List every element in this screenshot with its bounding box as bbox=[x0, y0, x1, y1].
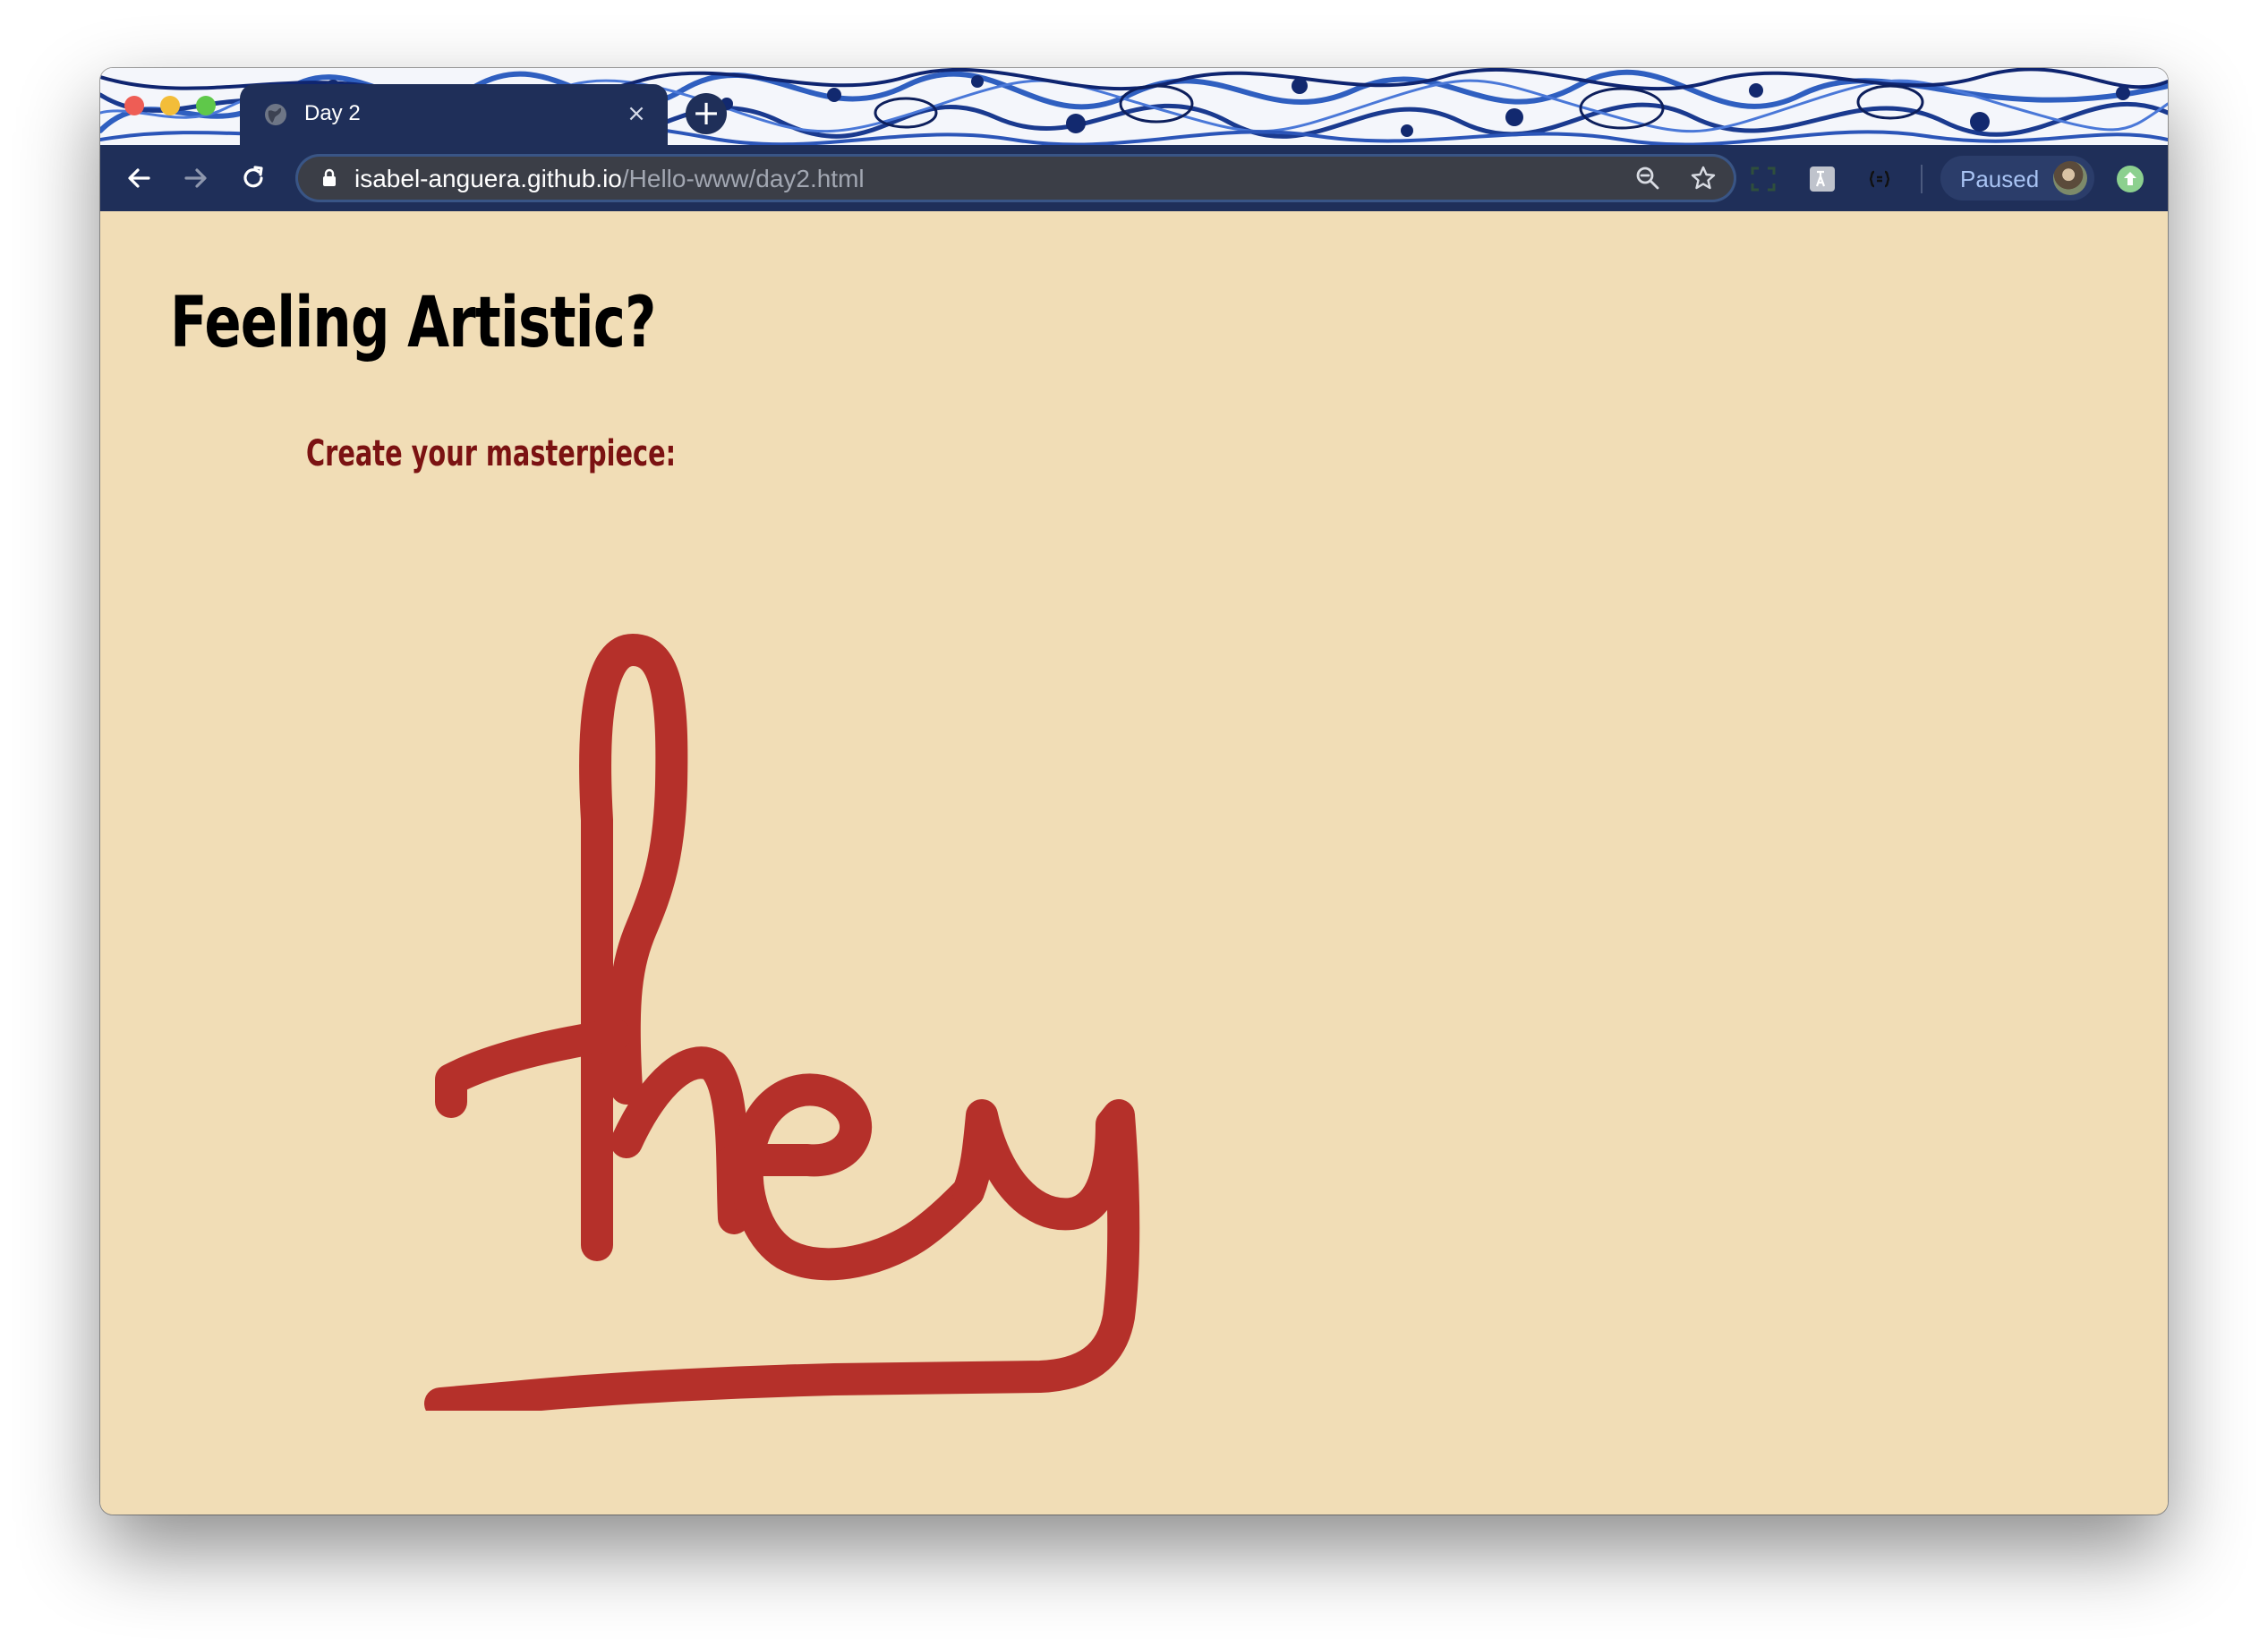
reload-icon bbox=[243, 166, 263, 188]
globe-icon bbox=[265, 104, 286, 125]
page-content: Feeling Artistic? Create your masterpiec… bbox=[100, 211, 2168, 1515]
drawing-canvas[interactable] bbox=[261, 551, 1335, 1411]
profile-avatar bbox=[2053, 161, 2087, 195]
minimize-window-button[interactable] bbox=[160, 96, 180, 115]
active-tab[interactable]: Day 2 × bbox=[240, 84, 668, 145]
fullscreen-window-button[interactable] bbox=[196, 96, 216, 115]
forward-arrow-icon bbox=[184, 168, 207, 188]
page-subtitle: Create your masterpiece: bbox=[306, 433, 677, 474]
profile-button[interactable]: Paused bbox=[1940, 156, 2094, 201]
url-path: /Hello-www/day2.html bbox=[621, 165, 865, 192]
zoom-icon[interactable] bbox=[1634, 165, 1661, 192]
browser-window: Day 2 × + isabel-anguera.github.io/Hello… bbox=[100, 68, 2168, 1515]
json-extension-icon[interactable] bbox=[1865, 165, 1894, 193]
drawing-stroke-h-arch bbox=[610, 1046, 750, 1234]
tab-close-button[interactable]: × bbox=[621, 98, 652, 129]
sync-status-label: Paused bbox=[1960, 166, 2040, 192]
lock-icon[interactable] bbox=[319, 167, 340, 189]
close-window-button[interactable] bbox=[124, 96, 144, 115]
translate-extension-icon[interactable] bbox=[1808, 165, 1837, 193]
reload-button[interactable] bbox=[233, 158, 274, 199]
drawing-stroke-e bbox=[718, 1073, 985, 1281]
toolbar-divider bbox=[1921, 165, 1923, 193]
screenshot-extension-icon[interactable] bbox=[1749, 165, 1778, 193]
forward-button[interactable] bbox=[175, 158, 217, 199]
back-button[interactable] bbox=[118, 158, 159, 199]
back-arrow-icon bbox=[128, 168, 150, 188]
url-host: isabel-anguera.github.io bbox=[354, 165, 622, 192]
address-bar[interactable]: isabel-anguera.github.io/Hello-www/day2.… bbox=[295, 154, 1736, 202]
update-arrow-icon[interactable] bbox=[2116, 165, 2144, 193]
tab-title: Day 2 bbox=[304, 101, 361, 125]
page-title: Feeling Artistic? bbox=[170, 283, 656, 363]
new-tab-button[interactable]: + bbox=[686, 93, 727, 134]
title-bar: Day 2 × + bbox=[100, 68, 2168, 145]
url-text[interactable]: isabel-anguera.github.io/Hello-www/day2.… bbox=[354, 165, 865, 193]
browser-toolbar: isabel-anguera.github.io/Hello-www/day2.… bbox=[100, 145, 2168, 211]
star-icon[interactable] bbox=[1690, 165, 1717, 192]
